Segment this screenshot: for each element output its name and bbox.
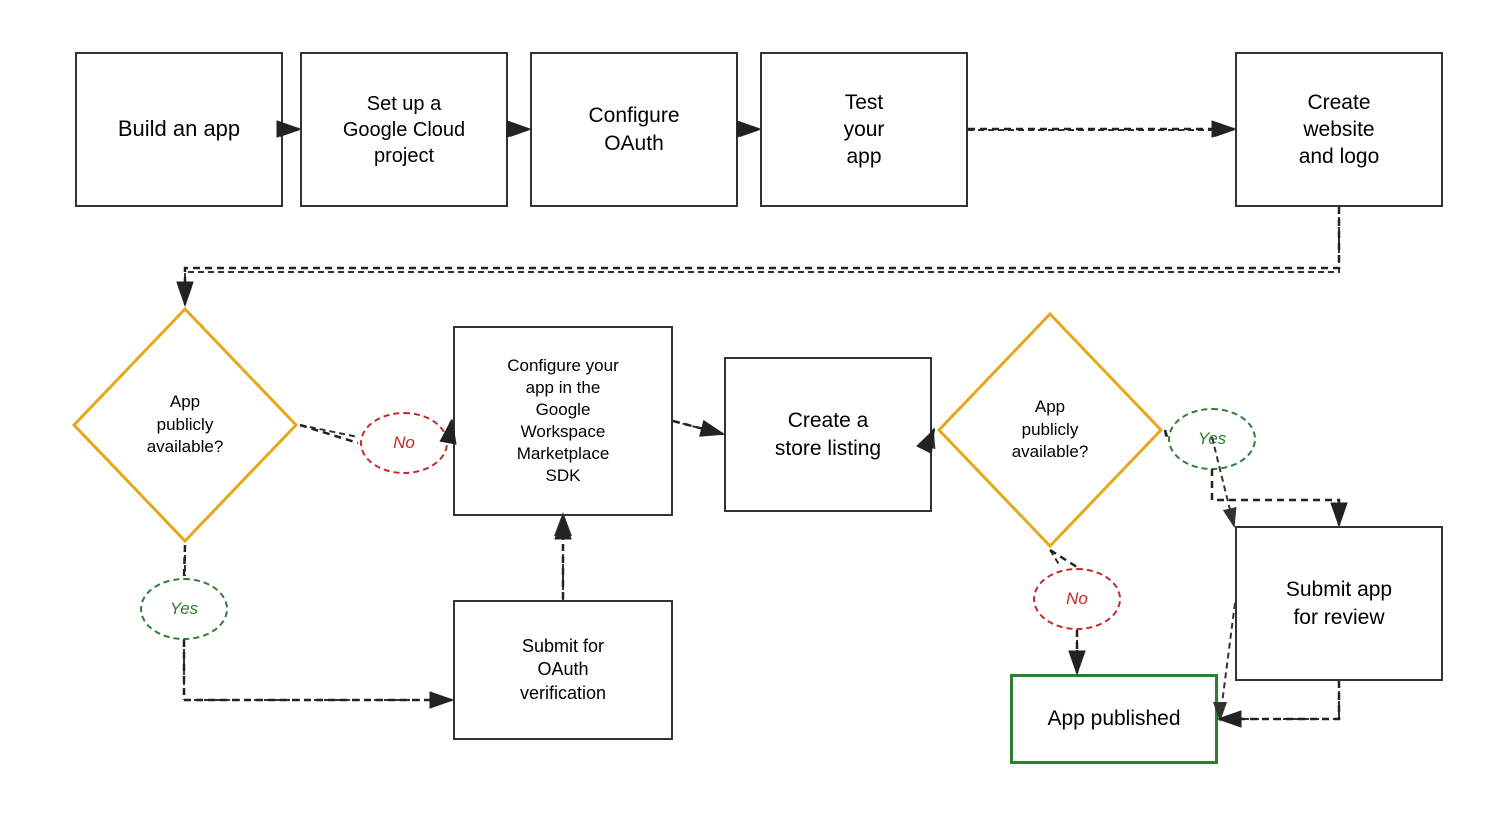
oval-no-2-label: No — [1066, 589, 1088, 609]
submit-review-box: Submit appfor review — [1235, 526, 1443, 681]
diamond1-label: Apppubliclyavailable? — [147, 391, 224, 460]
oval-no-2: No — [1033, 568, 1121, 630]
oval-yes-2-label: Yes — [1198, 429, 1226, 449]
configure-oauth-box: ConfigureOAuth — [530, 52, 738, 207]
test-app-label: Testyourapp — [844, 89, 885, 171]
flowchart-diagram: Build an app Set up aGoogle Cloudproject… — [0, 0, 1494, 814]
submit-oauth-box: Submit forOAuthverification — [453, 600, 673, 740]
oval-no-1: No — [360, 412, 448, 474]
oval-yes-2: Yes — [1168, 408, 1256, 470]
oval-yes-1: Yes — [140, 578, 228, 640]
create-website-box: Createwebsiteand logo — [1235, 52, 1443, 207]
oval-no-1-label: No — [393, 433, 415, 453]
diamond-publicly-available-1: Apppubliclyavailable? — [70, 305, 300, 545]
setup-google-box: Set up aGoogle Cloudproject — [300, 52, 508, 207]
create-store-box: Create astore listing — [724, 357, 932, 512]
app-published-box: App published — [1010, 674, 1218, 764]
configure-oauth-label: ConfigureOAuth — [588, 102, 679, 157]
submit-review-label: Submit appfor review — [1286, 576, 1392, 631]
create-website-label: Createwebsiteand logo — [1299, 89, 1380, 171]
build-app-label: Build an app — [118, 115, 240, 144]
configure-workspace-label: Configure yourapp in theGoogleWorkspaceM… — [507, 355, 619, 488]
submit-oauth-label: Submit forOAuthverification — [520, 635, 606, 705]
diamond-publicly-available-2: Apppubliclyavailable? — [935, 310, 1165, 550]
oval-yes-1-label: Yes — [170, 599, 198, 619]
test-app-box: Testyourapp — [760, 52, 968, 207]
app-published-label: App published — [1047, 705, 1180, 732]
configure-workspace-box: Configure yourapp in theGoogleWorkspaceM… — [453, 326, 673, 516]
setup-google-label: Set up aGoogle Cloudproject — [343, 91, 465, 169]
diamond2-label: Apppubliclyavailable? — [1012, 396, 1089, 465]
create-store-label: Create astore listing — [775, 407, 881, 462]
build-app-box: Build an app — [75, 52, 283, 207]
